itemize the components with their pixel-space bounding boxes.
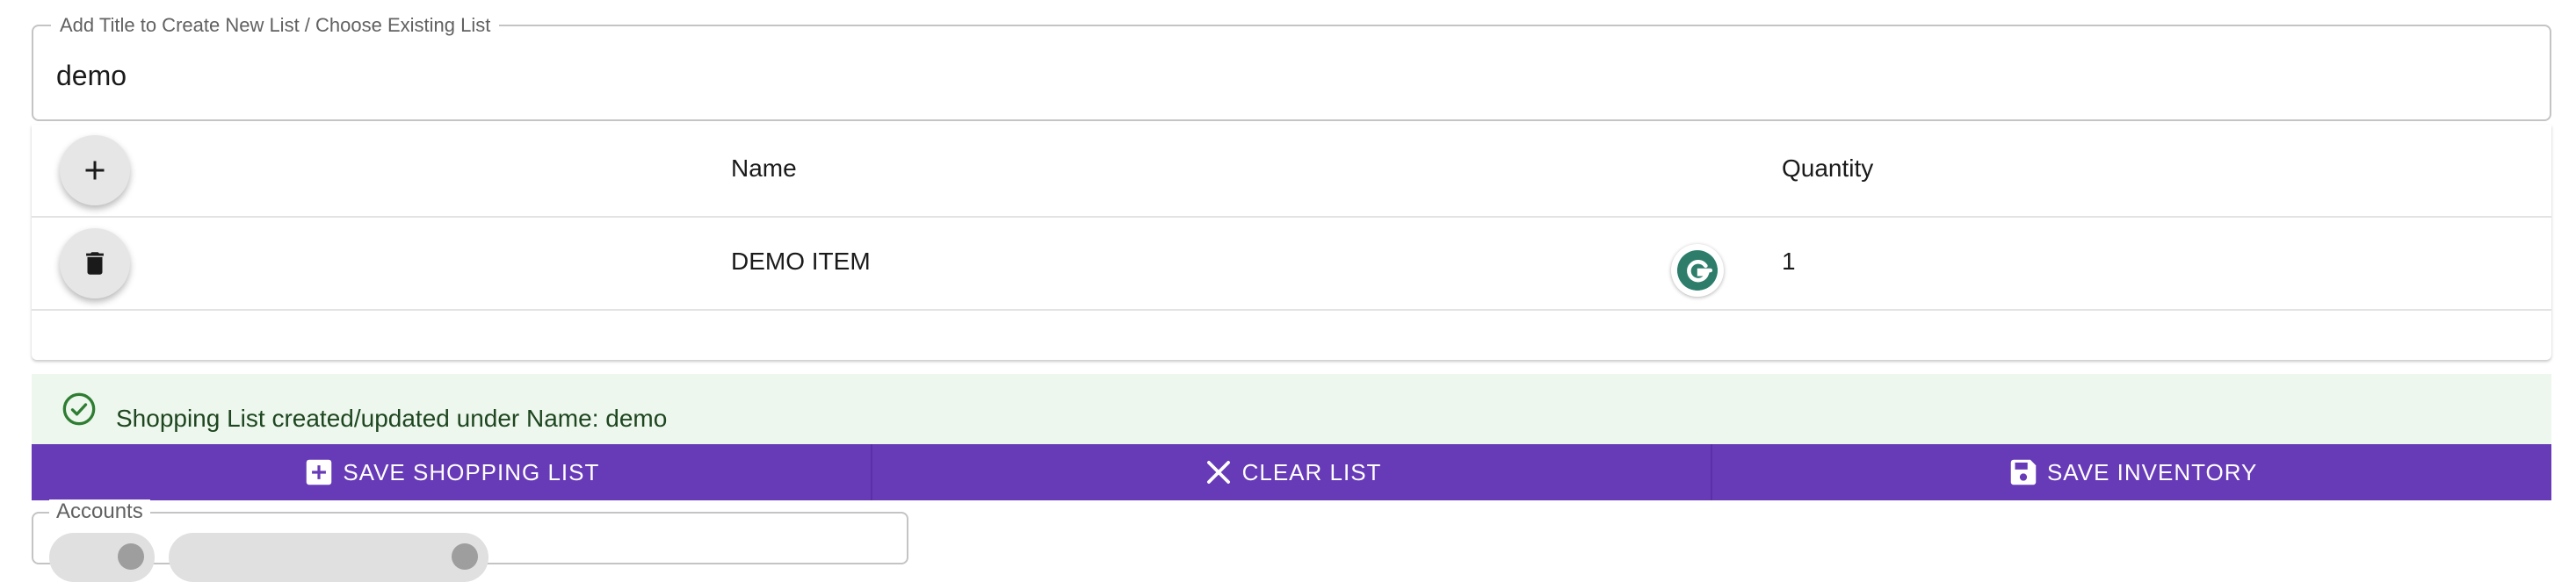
item-quantity-cell[interactable]: 1 [1782,248,1796,276]
add-box-icon [307,459,332,485]
chip-remove-icon[interactable] [118,543,144,570]
save-inventory-label: SAVE INVENTORY [2046,458,2258,485]
account-chip[interactable] [169,533,488,582]
trash-icon [86,252,104,275]
accounts-label: Accounts [49,499,150,524]
shopping-list-table: Name Quantity DEMO ITEM 1 [32,125,2551,360]
clear-list-button[interactable]: CLEAR LIST [872,444,1713,500]
check-circle-icon [62,392,96,426]
close-icon [1206,461,1230,484]
table-header-row: Name Quantity [32,125,2551,218]
grammarly-icon[interactable] [1671,244,1724,297]
add-item-button[interactable] [60,135,130,205]
clear-list-label: CLEAR LIST [1241,458,1382,485]
delete-item-button[interactable] [60,228,130,298]
floppy-disk-icon [2010,459,2037,485]
column-header-quantity: Quantity [1782,154,1874,182]
save-shopping-list-button[interactable]: SAVE SHOPPING LIST [32,444,872,500]
item-name-cell[interactable]: DEMO ITEM [731,248,871,276]
column-header-name: Name [731,154,797,182]
accounts-field[interactable]: Accounts [32,499,908,582]
action-bar: SAVE SHOPPING LIST CLEAR LIST SAVE INVEN… [32,444,2551,500]
list-title-input[interactable]: demo [56,60,127,92]
alert-message: Shopping List created/updated under Name… [116,405,668,432]
list-title-field[interactable]: Add Title to Create New List / Choose Ex… [32,14,2551,121]
list-title-label: Add Title to Create New List / Choose Ex… [51,14,500,37]
table-row: DEMO ITEM 1 [32,218,2551,311]
save-shopping-list-label: SAVE SHOPPING LIST [343,458,600,485]
save-inventory-button[interactable]: SAVE INVENTORY [1712,444,2551,500]
account-chip[interactable] [49,533,155,582]
chip-remove-icon[interactable] [452,543,478,570]
success-alert: Shopping List created/updated under Name… [32,374,2551,444]
plus-icon [85,161,105,180]
